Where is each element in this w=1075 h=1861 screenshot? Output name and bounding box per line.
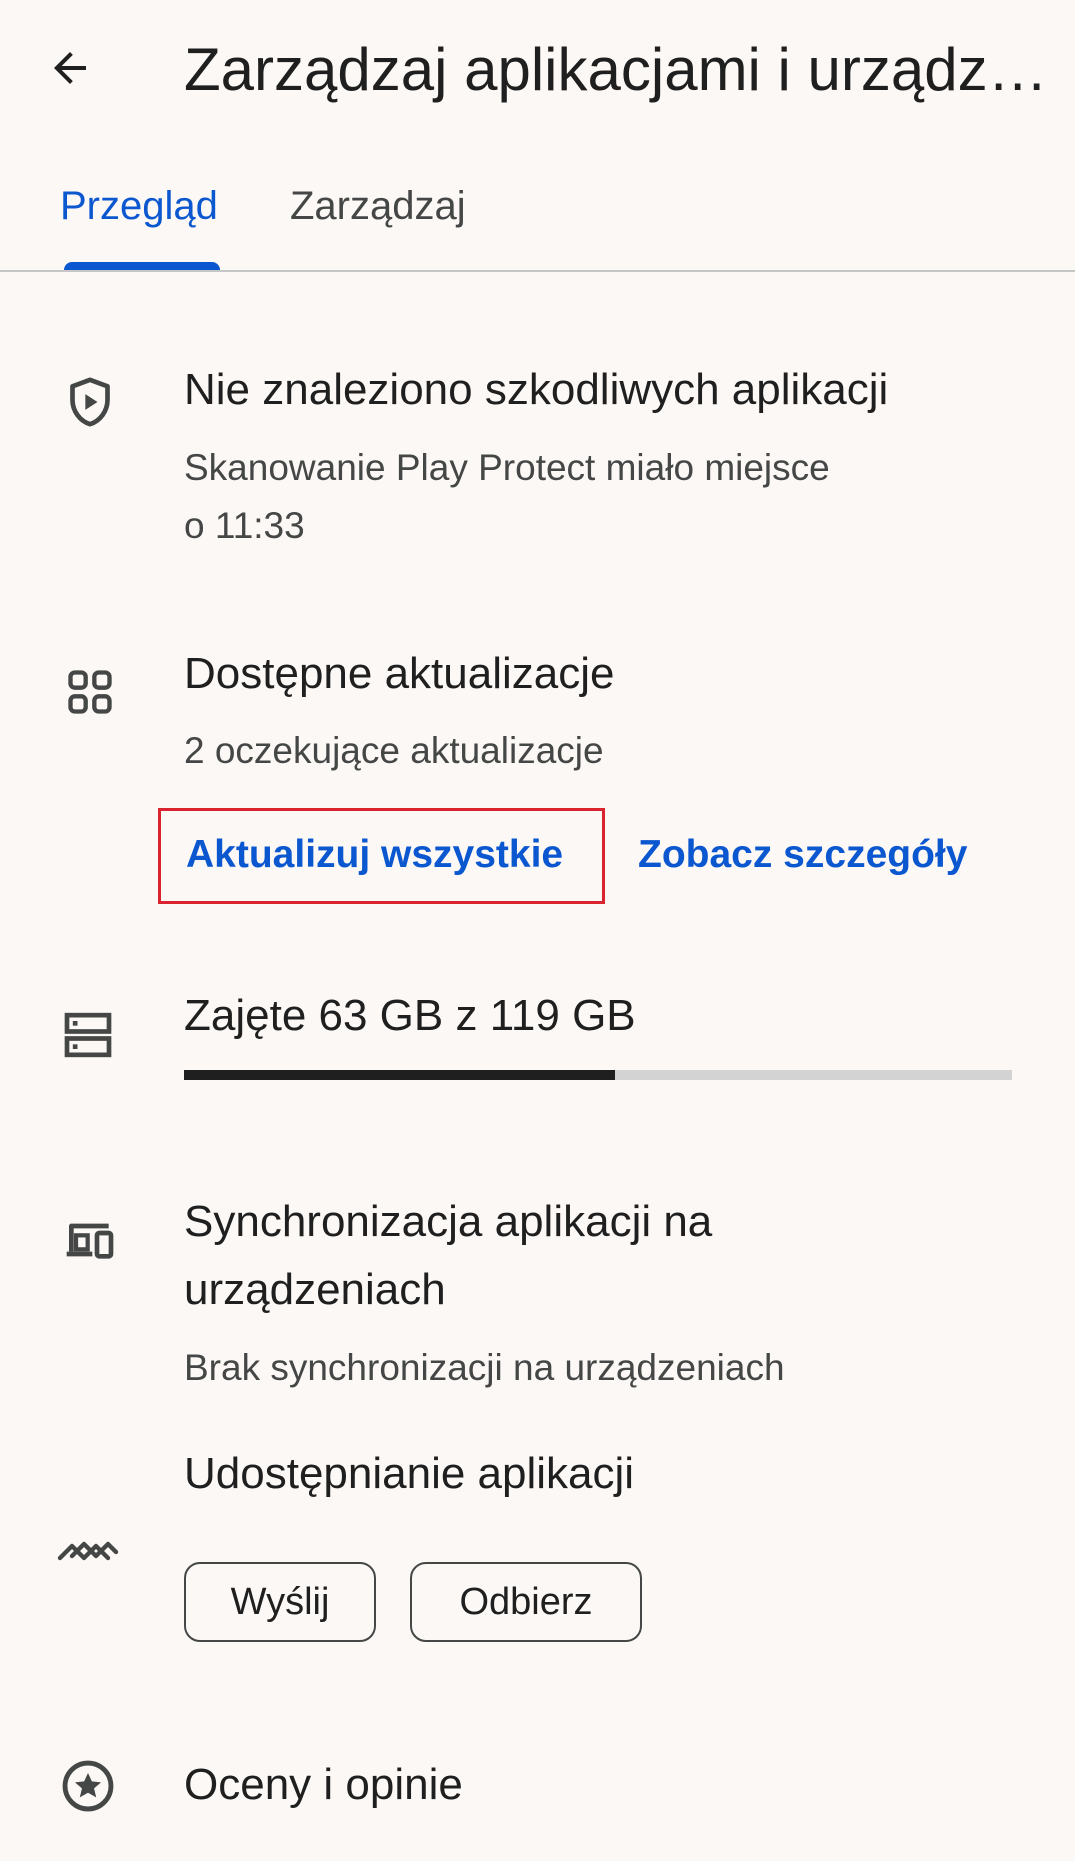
arrow-back-icon (46, 44, 94, 97)
storage-icon (58, 1005, 118, 1065)
updates-subtitle: 2 oczekujące aktualizacje (184, 730, 604, 771)
sharing-title: Udostępnianie aplikacji (184, 1449, 635, 1498)
nearby-share-icon (56, 1522, 120, 1582)
send-button[interactable]: Wyślij (184, 1562, 376, 1642)
storage-progress-fill (184, 1070, 615, 1080)
tab-manage[interactable]: Zarządzaj (290, 176, 466, 236)
see-details-button[interactable]: Zobacz szczegóły (638, 825, 967, 885)
protect-subtitle-line1: Skanowanie Play Protect miało miejsce (184, 447, 830, 488)
tab-overview[interactable]: Przegląd (60, 176, 218, 236)
star-circle-icon (58, 1756, 118, 1816)
sync-title-line2: urządzeniach (184, 1265, 446, 1314)
protect-subtitle-line2: o 11:33 (184, 505, 305, 546)
ratings-title[interactable]: Oceny i opinie (184, 1755, 463, 1815)
update-all-button[interactable]: Aktualizuj wszystkie (186, 825, 563, 885)
apps-grid-icon (60, 662, 120, 722)
tabs-divider (0, 270, 1075, 272)
page-title: Zarządzaj aplikacjami i urządzeniem (184, 36, 1054, 103)
updates-title: Dostępne aktualizacje (184, 649, 615, 698)
storage-progress-bar (184, 1070, 1012, 1080)
back-button[interactable] (30, 30, 110, 110)
receive-button[interactable]: Odbierz (410, 1562, 642, 1642)
sync-title-line1: Synchronizacja aplikacji na (184, 1197, 713, 1246)
storage-title: Zajęte 63 GB z 119 GB (184, 991, 636, 1040)
devices-icon (60, 1210, 120, 1270)
shield-play-icon (60, 372, 120, 432)
active-tab-indicator (64, 262, 220, 270)
sync-subtitle: Brak synchronizacji na urządzeniach (184, 1347, 785, 1388)
protect-title: Nie znaleziono szkodliwych aplikacji (184, 365, 889, 414)
